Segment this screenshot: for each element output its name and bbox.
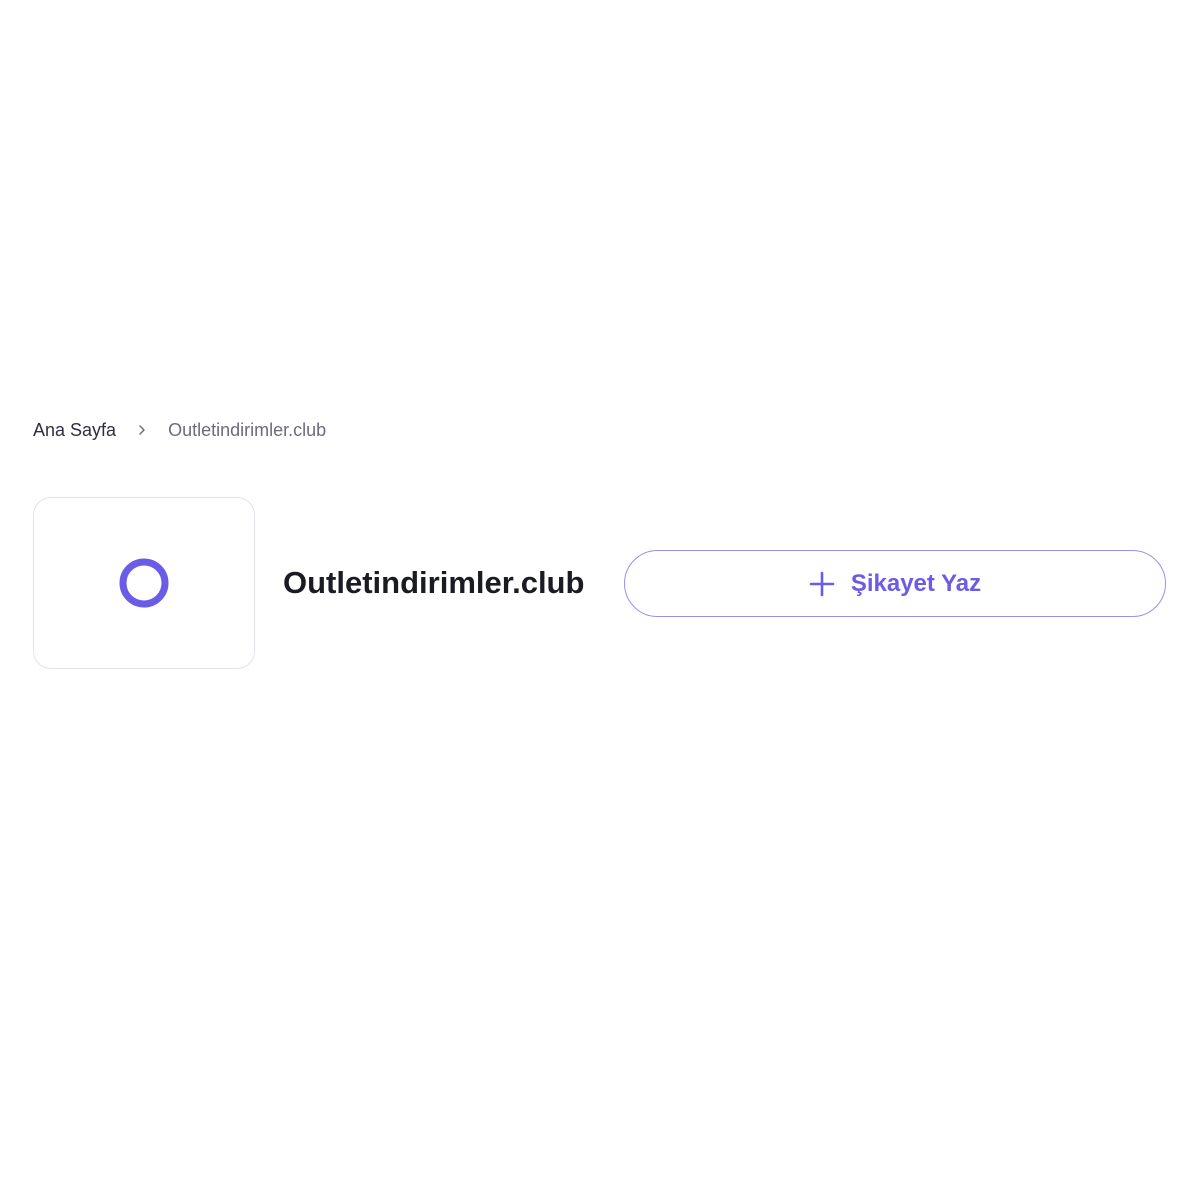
breadcrumb-home-link[interactable]: Ana Sayfa (33, 420, 116, 441)
breadcrumb: Ana Sayfa Outletindirimler.club (33, 418, 326, 442)
company-logo-icon (119, 558, 169, 608)
chevron-right-icon (116, 418, 168, 442)
company-name: Outletindirimler.club (283, 565, 585, 600)
write-complaint-label: Şikayet Yaz (850, 569, 982, 597)
plus-icon (809, 571, 835, 597)
breadcrumb-current: Outletindirimler.club (168, 419, 327, 440)
write-complaint-button[interactable]: Şikayet Yaz (624, 550, 1166, 617)
page: Ana Sayfa Outletindirimler.club O Outlet… (0, 0, 1200, 1200)
company-logo: O (33, 497, 255, 669)
